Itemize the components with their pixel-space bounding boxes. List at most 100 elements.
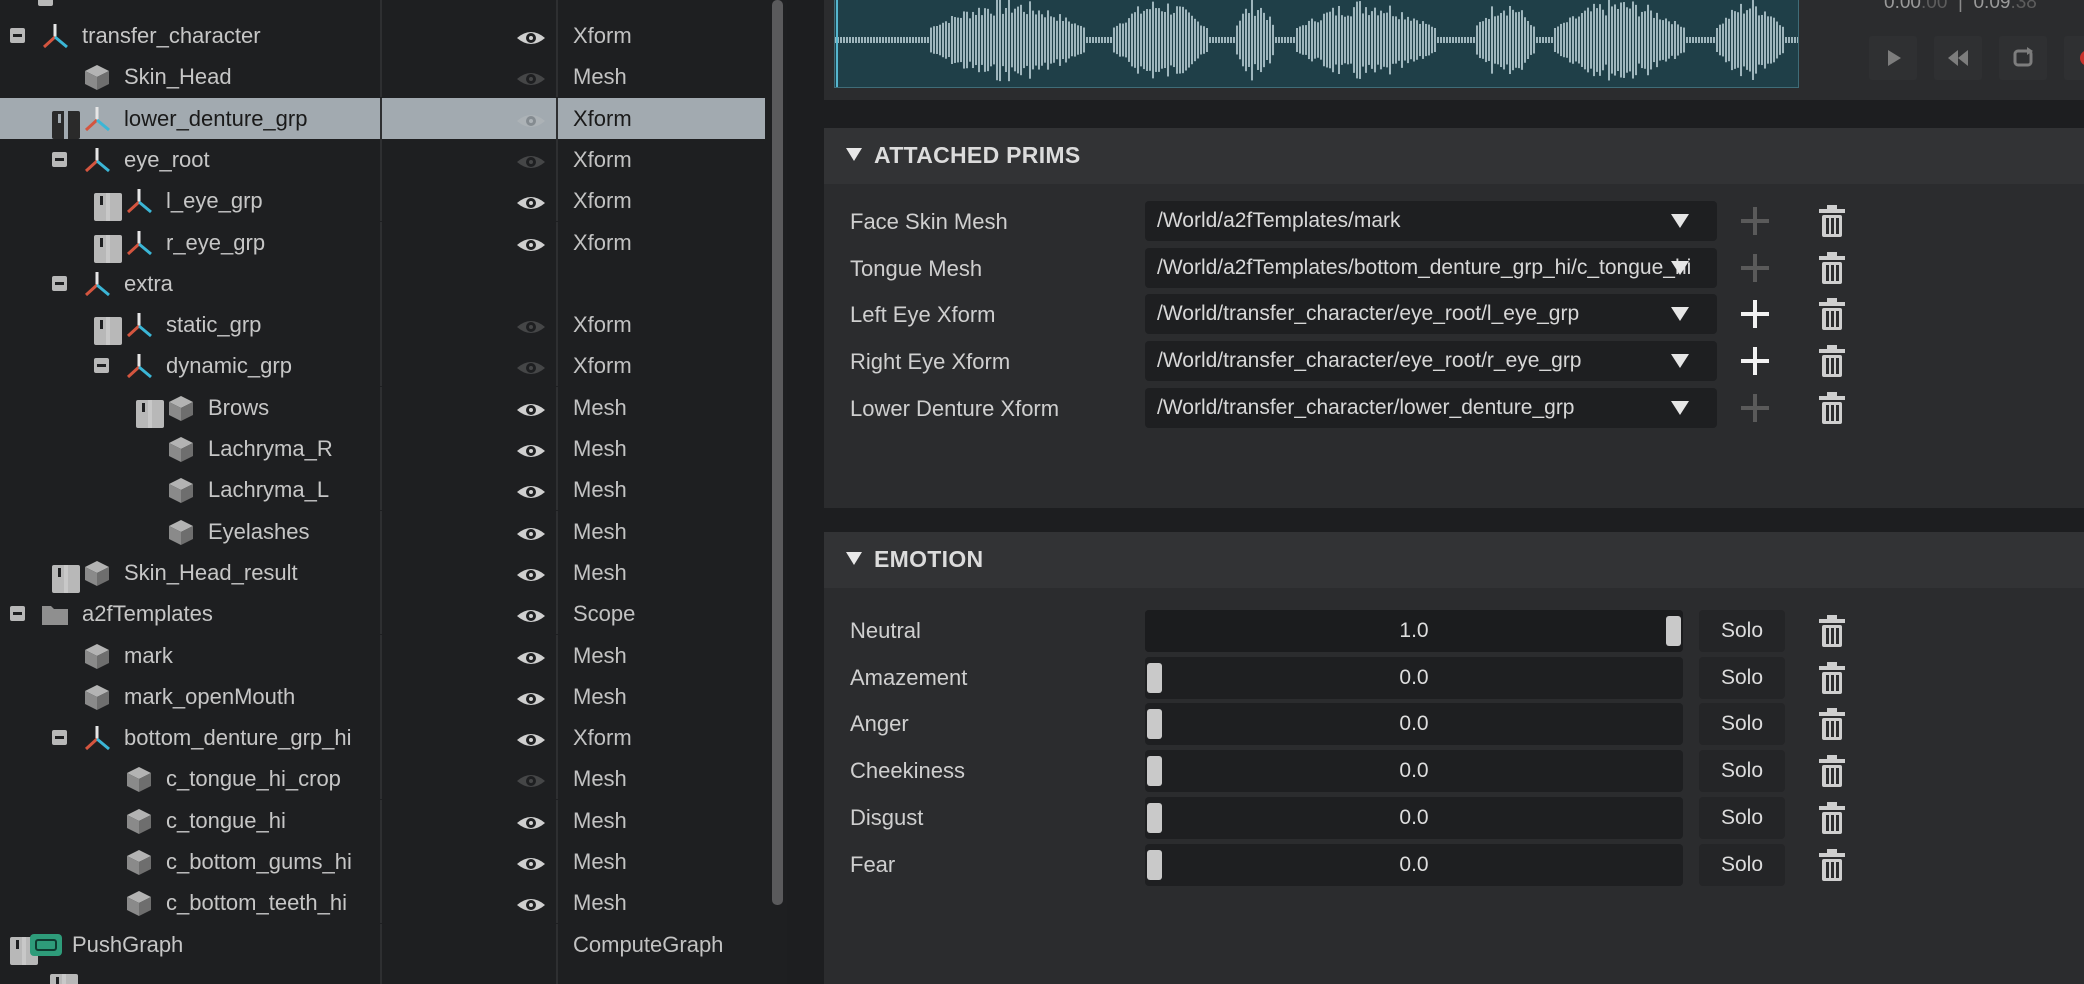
play-button[interactable]	[1869, 36, 1917, 80]
stage-row[interactable]: mark_openMouth Mesh	[0, 675, 765, 717]
collapse-toggle[interactable]	[52, 151, 67, 167]
add-prim-icon[interactable]	[1741, 347, 1769, 376]
solo-button[interactable]: Solo	[1699, 750, 1785, 793]
prim-path-field[interactable]: /World/transfer_character/eye_root/r_eye…	[1145, 341, 1717, 382]
emotion-slider[interactable]: 0.0	[1145, 750, 1683, 793]
slider-handle[interactable]	[1147, 709, 1162, 740]
stage-row[interactable]: c_bottom_gums_hi Mesh	[0, 841, 765, 882]
stage-row[interactable]: transfer_character Xform	[0, 15, 765, 56]
emotion-slider[interactable]: 0.0	[1145, 703, 1683, 746]
visibility-eye-icon[interactable]	[515, 725, 547, 751]
stage-row[interactable]: lower_denture_grp Xform	[0, 97, 765, 139]
visibility-eye-icon[interactable]	[515, 106, 547, 132]
rewind-button[interactable]	[1934, 36, 1982, 80]
visibility-eye-icon[interactable]	[515, 395, 547, 421]
slider-handle[interactable]	[1147, 662, 1162, 693]
stage-row[interactable]: Brows Mesh	[0, 386, 765, 428]
visibility-eye-icon[interactable]	[515, 64, 547, 90]
expand-toggle[interactable]	[136, 399, 164, 428]
trash-icon[interactable]	[1817, 754, 1847, 788]
collapse-toggle[interactable]	[94, 358, 109, 374]
stage-row[interactable]: Eyelashes Mesh	[0, 510, 765, 552]
prim-path-field[interactable]: /World/transfer_character/lower_denture_…	[1145, 387, 1717, 428]
trash-icon[interactable]	[1817, 848, 1847, 882]
slider-handle[interactable]	[1147, 756, 1162, 787]
attached-prims-header[interactable]: ATTACHED PRIMS	[824, 128, 2084, 184]
stage-row[interactable]: mark Mesh	[0, 634, 765, 676]
collapse-toggle[interactable]	[38, 0, 53, 6]
visibility-eye-icon[interactable]	[515, 601, 547, 627]
stage-row[interactable]: dynamic_grp Xform	[0, 345, 765, 387]
emotion-slider[interactable]: 1.0	[1145, 610, 1683, 652]
visibility-eye-icon[interactable]	[515, 147, 547, 173]
chevron-down-icon[interactable]	[1671, 307, 1689, 322]
stage-row[interactable]: Skin_Head Mesh	[0, 56, 765, 98]
stage-scrollbar[interactable]	[772, 0, 783, 905]
visibility-eye-icon[interactable]	[515, 353, 547, 379]
slider-handle[interactable]	[1147, 802, 1162, 833]
slider-handle[interactable]	[1666, 616, 1681, 646]
visibility-eye-icon[interactable]	[515, 312, 547, 338]
expand-toggle[interactable]	[50, 974, 78, 984]
expand-toggle[interactable]	[52, 110, 80, 139]
stage-row[interactable]: r_eye_grp Xform	[0, 221, 765, 263]
prim-path-field[interactable]: /World/a2fTemplates/mark	[1145, 201, 1717, 241]
solo-button[interactable]: Solo	[1699, 703, 1785, 746]
stage-row-partial-bottom[interactable]	[0, 961, 765, 984]
visibility-eye-icon[interactable]	[515, 188, 547, 214]
chevron-down-icon[interactable]	[1671, 400, 1689, 415]
slider-handle[interactable]	[1147, 849, 1162, 880]
visibility-eye-icon[interactable]	[515, 766, 547, 792]
stage-row[interactable]: l_eye_grp Xform	[0, 180, 765, 222]
solo-button[interactable]: Solo	[1699, 843, 1785, 886]
stage-row[interactable]: a2fTemplates Scope	[0, 593, 765, 635]
solo-button[interactable]: Solo	[1699, 610, 1785, 652]
expand-toggle[interactable]	[52, 564, 80, 593]
stage-row[interactable]: PushGraph ComputeGraph	[0, 923, 765, 965]
stage-row[interactable]: bottom_denture_grp_hi Xform	[0, 717, 765, 759]
trash-icon[interactable]	[1817, 614, 1847, 648]
emotion-slider[interactable]: 0.0	[1145, 843, 1683, 886]
stage-row[interactable]: eye_root Xform	[0, 138, 765, 180]
collapse-toggle[interactable]	[10, 28, 25, 43]
collapse-toggle[interactable]	[10, 606, 25, 622]
stage-row[interactable]: c_tongue_hi Mesh	[0, 799, 765, 841]
chevron-down-icon[interactable]	[1671, 214, 1689, 228]
solo-button[interactable]: Solo	[1699, 796, 1785, 839]
prim-path-field[interactable]: /World/transfer_character/eye_root/l_eye…	[1145, 294, 1717, 335]
collapse-toggle[interactable]	[52, 730, 67, 746]
audio-waveform[interactable]	[834, 0, 1799, 88]
visibility-eye-icon[interactable]	[515, 436, 547, 462]
record-button[interactable]	[2064, 36, 2084, 80]
visibility-eye-icon[interactable]	[515, 230, 547, 256]
add-prim-icon[interactable]	[1741, 253, 1769, 282]
visibility-eye-icon[interactable]	[515, 890, 547, 916]
chevron-down-icon[interactable]	[1671, 354, 1689, 369]
collapse-toggle[interactable]	[52, 275, 67, 291]
solo-button[interactable]: Solo	[1699, 656, 1785, 699]
trash-icon[interactable]	[1817, 707, 1847, 741]
add-prim-icon[interactable]	[1741, 393, 1769, 422]
visibility-eye-icon[interactable]	[515, 477, 547, 503]
trash-icon[interactable]	[1817, 661, 1847, 695]
stage-row[interactable]: c_tongue_hi_crop Mesh	[0, 758, 765, 800]
add-prim-icon[interactable]	[1741, 300, 1769, 329]
visibility-eye-icon[interactable]	[515, 519, 547, 545]
trash-icon[interactable]	[1817, 801, 1847, 835]
emotion-header[interactable]: EMOTION	[824, 532, 2084, 588]
trash-icon[interactable]	[1817, 204, 1847, 238]
prim-path-field[interactable]: /World/a2fTemplates/bottom_denture_grp_h…	[1145, 247, 1717, 288]
visibility-eye-icon[interactable]	[515, 808, 547, 834]
add-prim-icon[interactable]	[1741, 207, 1769, 235]
stage-row[interactable]: c_bottom_teeth_hi Mesh	[0, 882, 765, 924]
trash-icon[interactable]	[1817, 344, 1847, 378]
trash-icon[interactable]	[1817, 391, 1847, 425]
chevron-down-icon[interactable]	[1671, 260, 1689, 275]
visibility-eye-icon[interactable]	[515, 643, 547, 669]
stage-row[interactable]: Lachryma_L Mesh	[0, 469, 765, 511]
expand-toggle[interactable]	[94, 193, 122, 222]
trash-icon[interactable]	[1817, 251, 1847, 285]
visibility-eye-icon[interactable]	[515, 684, 547, 710]
stage-row[interactable]: Skin_Head_result Mesh	[0, 551, 765, 593]
stage-row[interactable]: extra	[0, 262, 765, 304]
